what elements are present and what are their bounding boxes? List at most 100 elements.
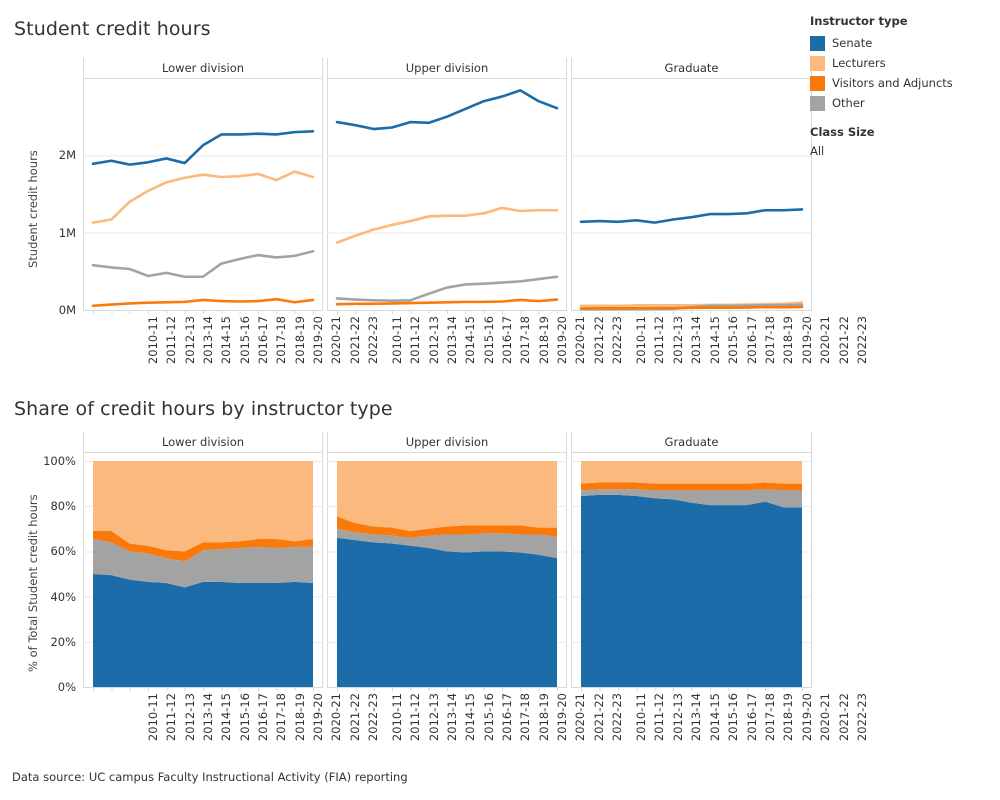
x-axis-tick-label: 2019-20 (311, 693, 325, 741)
x-axis-tick-label: 2021-22 (592, 693, 606, 741)
x-axis-tick-label: 2016-17 (256, 316, 270, 364)
line-series-other (93, 251, 313, 277)
legend-class-size-value: All (810, 144, 995, 158)
x-axis-tick-label: 2022-23 (366, 316, 380, 364)
x-axis-tick-label: 2013-14 (201, 693, 215, 741)
x-axis-tick-label: 2017-18 (274, 693, 288, 741)
panel-header-lower-division: Lower division (83, 58, 323, 78)
x-axis-tick-label: 2020-21 (329, 316, 343, 364)
x-axis-tick-label: 2022-23 (610, 693, 624, 741)
legend-item-senate[interactable]: Senate (810, 33, 995, 53)
line-series-visitors-and-adjuncts (93, 299, 313, 306)
y-axis-tick-label: 0% (30, 680, 76, 694)
x-axis-tick-label: 2017-18 (763, 693, 777, 741)
x-axis-tick-label: 2014-15 (463, 316, 477, 364)
legend-class-size-title: Class Size (810, 125, 995, 139)
legend-class-size-group: Class Size All (810, 125, 995, 158)
x-axis-tick-label: 2010-11 (390, 693, 404, 741)
legend-swatch-icon (810, 76, 825, 91)
x-axis-tick-label: 2011-12 (652, 316, 666, 364)
x-axis-tick-label: 2018-19 (293, 316, 307, 364)
panel-header-graduate: Graduate (571, 58, 812, 78)
legend-item-label: Senate (832, 36, 872, 50)
x-axis-tick-label: 2014-15 (219, 693, 233, 741)
legend: Instructor type Senate Lecturers Visitors … (810, 14, 995, 158)
x-axis-tick-label: 2017-18 (518, 316, 532, 364)
legend-swatch-icon (810, 36, 825, 51)
line-series-lecturers (337, 208, 557, 243)
x-axis-tick-label: 2015-16 (238, 693, 252, 741)
x-axis-tick-label: 2020-21 (818, 316, 832, 364)
x-axis-tick-label: 2021-22 (592, 316, 606, 364)
legend-item-visitors-and-adjuncts[interactable]: Visitors and Adjuncts (810, 73, 995, 93)
page-title-bottom: Share of credit hours by instructor type (14, 398, 393, 420)
legend-item-other[interactable]: Other (810, 93, 995, 113)
x-axis-tick-label: 2010-11 (634, 693, 648, 741)
x-axis-tick-label: 2011-12 (164, 316, 178, 364)
x-axis-tick-label: 2016-17 (745, 316, 759, 364)
y-axis-tick-label: 20% (30, 635, 76, 649)
page-title-top: Student credit hours (14, 18, 211, 40)
y-axis-tick-label: 0M (40, 303, 76, 317)
x-axis-tick-label: 2019-20 (555, 316, 569, 364)
x-axis-tick-label: 2020-21 (573, 693, 587, 741)
line-series-senate (93, 131, 313, 164)
x-axis-tick-label: 2015-16 (238, 316, 252, 364)
panel-header-upper-division: Upper division (327, 58, 567, 78)
x-axis-tick-label: 2013-14 (445, 316, 459, 364)
x-axis-tick-label: 2014-15 (708, 316, 722, 364)
visualization-page: Student credit hours Student credit hour… (0, 0, 1000, 800)
y-axis-tick-label: 1M (40, 226, 76, 240)
x-axis-tick-label: 2021-22 (837, 693, 851, 741)
x-axis-tick-label: 2021-22 (348, 693, 362, 741)
area-series-senate (93, 574, 313, 687)
legend-title: Instructor type (810, 14, 995, 28)
legend-item-lecturers[interactable]: Lecturers (810, 53, 995, 73)
line-series-visitors-and-adjuncts (581, 307, 802, 309)
legend-item-label: Other (832, 96, 865, 110)
x-axis-tick-label: 2014-15 (708, 693, 722, 741)
x-axis-tick-label: 2016-17 (745, 693, 759, 741)
x-axis-tick-label: 2012-13 (427, 693, 441, 741)
x-axis-tick-label: 2018-19 (781, 316, 795, 364)
area-chart-share-of-credit-hours: Lower divisionUpper divisionGraduate0%20… (0, 432, 1000, 762)
x-axis-tick-label: 2015-16 (726, 316, 740, 364)
x-axis-tick-label: 2015-16 (482, 316, 496, 364)
x-axis-tick-label: 2016-17 (256, 693, 270, 741)
legend-swatch-icon (810, 56, 825, 71)
x-axis-tick-label: 2016-17 (500, 316, 514, 364)
x-axis-tick-label: 2017-18 (274, 316, 288, 364)
x-axis-tick-label: 2019-20 (555, 693, 569, 741)
x-axis-tick-label: 2012-13 (671, 693, 685, 741)
x-axis-tick-label: 2019-20 (311, 316, 325, 364)
x-axis-tick-label: 2022-23 (855, 693, 869, 741)
line-series-senate (581, 209, 802, 222)
x-axis-tick-label: 2011-12 (408, 693, 422, 741)
x-axis-tick-label: 2021-22 (837, 316, 851, 364)
y-axis-tick-label: 2M (40, 148, 76, 162)
area-series-lecturers (337, 461, 557, 531)
x-axis-tick-label: 2013-14 (689, 693, 703, 741)
x-axis-tick-label: 2012-13 (427, 316, 441, 364)
legend-item-label: Lecturers (832, 56, 886, 70)
x-axis-tick-label: 2010-11 (390, 316, 404, 364)
line-series-senate (337, 90, 557, 129)
x-axis-tick-label: 2010-11 (146, 316, 160, 364)
line-series-lecturers (93, 172, 313, 223)
x-axis-tick-label: 2015-16 (482, 693, 496, 741)
x-axis-tick-label: 2010-11 (146, 693, 160, 741)
x-axis-tick-label: 2022-23 (855, 316, 869, 364)
x-axis-tick-label: 2020-21 (573, 316, 587, 364)
x-axis-tick-label: 2011-12 (164, 693, 178, 741)
y-axis-tick-label: 100% (30, 454, 76, 468)
x-axis-tick-label: 2013-14 (201, 316, 215, 364)
line-series-other (337, 277, 557, 301)
x-axis-tick-label: 2011-12 (652, 693, 666, 741)
legend-item-label: Visitors and Adjuncts (832, 76, 953, 90)
x-axis-tick-label: 2012-13 (183, 693, 197, 741)
x-axis-tick-label: 2019-20 (800, 316, 814, 364)
y-axis-tick-label: 40% (30, 590, 76, 604)
x-axis-tick-label: 2018-19 (293, 693, 307, 741)
legend-swatch-icon (810, 96, 825, 111)
area-series-lecturers (581, 461, 802, 484)
